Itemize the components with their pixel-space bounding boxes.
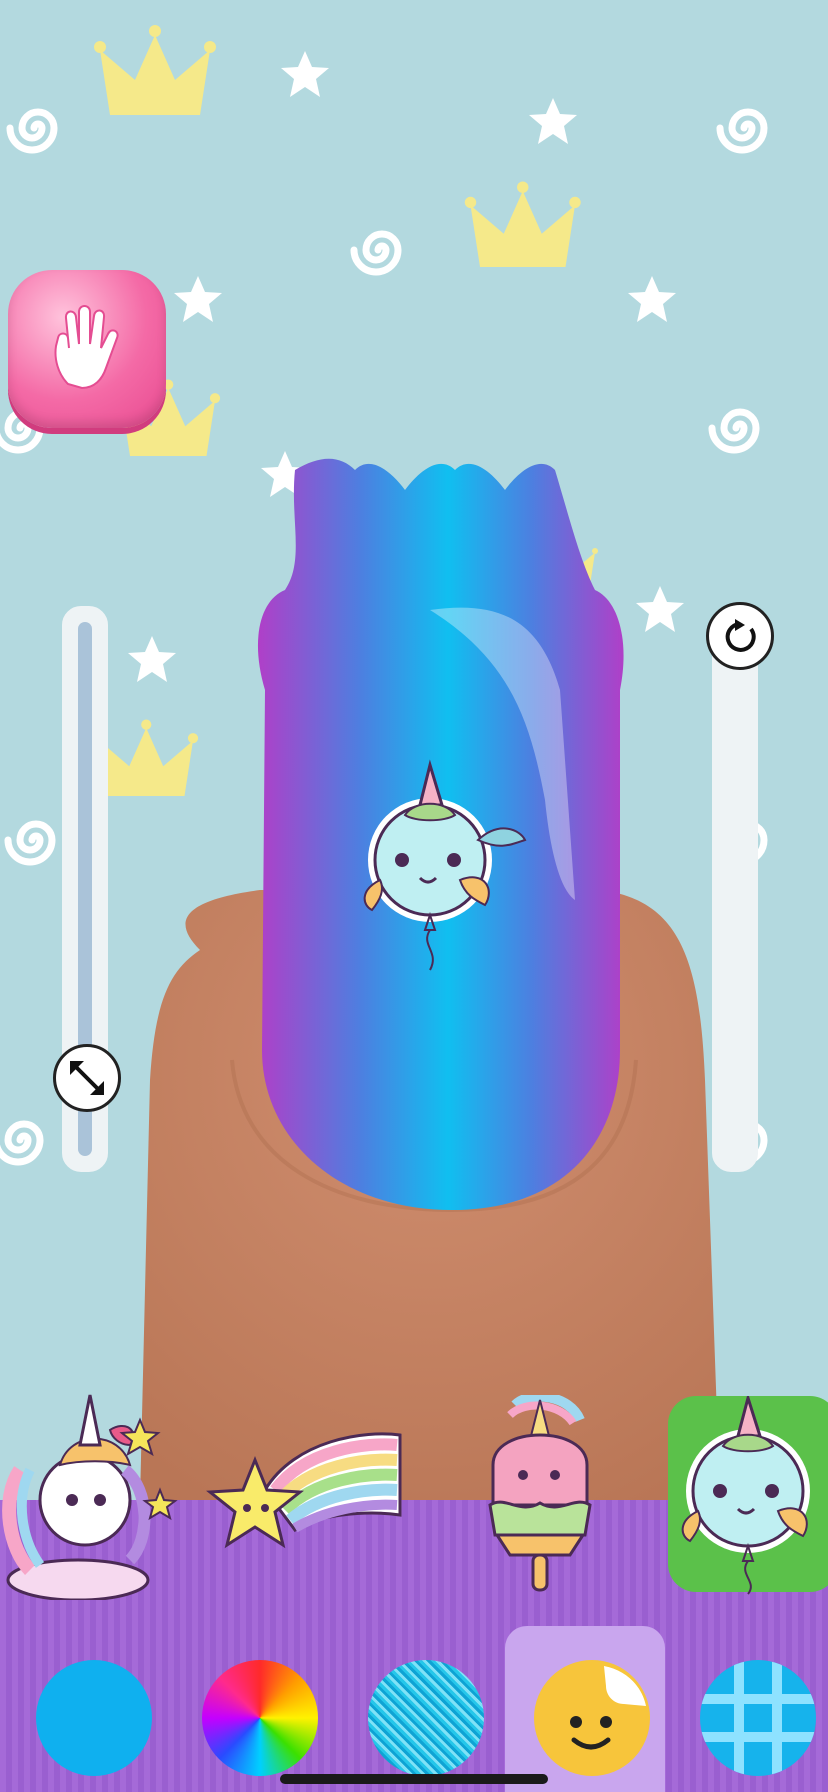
resize-arrows-icon <box>70 1061 104 1095</box>
pattern-grid-tool[interactable] <box>700 1660 816 1776</box>
hand-button[interactable] <box>8 270 166 428</box>
selected-sticker-slot[interactable] <box>668 1396 828 1595</box>
rotate-slider-knob[interactable] <box>706 602 774 670</box>
sticker-tool[interactable] <box>534 1660 650 1776</box>
hand-icon <box>54 305 119 390</box>
home-indicator <box>280 1774 548 1784</box>
sticker-icon <box>570 1666 646 1750</box>
rotate-slider[interactable] <box>712 606 758 1172</box>
rotate-slider-fill <box>728 622 742 1156</box>
unicorn-pony-sticker[interactable] <box>0 1390 180 1600</box>
rainbow-star-sticker[interactable] <box>205 1420 405 1565</box>
solid-color-tool[interactable] <box>36 1660 152 1776</box>
glitter-tool[interactable] <box>368 1660 484 1776</box>
unicorn-icecream-sticker[interactable] <box>485 1395 595 1595</box>
size-slider-knob[interactable] <box>53 1044 121 1112</box>
rotate-icon <box>725 619 756 652</box>
unicorn-balloon-sticker <box>681 1396 810 1595</box>
color-wheel-tool[interactable] <box>202 1660 318 1776</box>
pattern-grid-icon <box>700 1660 816 1776</box>
